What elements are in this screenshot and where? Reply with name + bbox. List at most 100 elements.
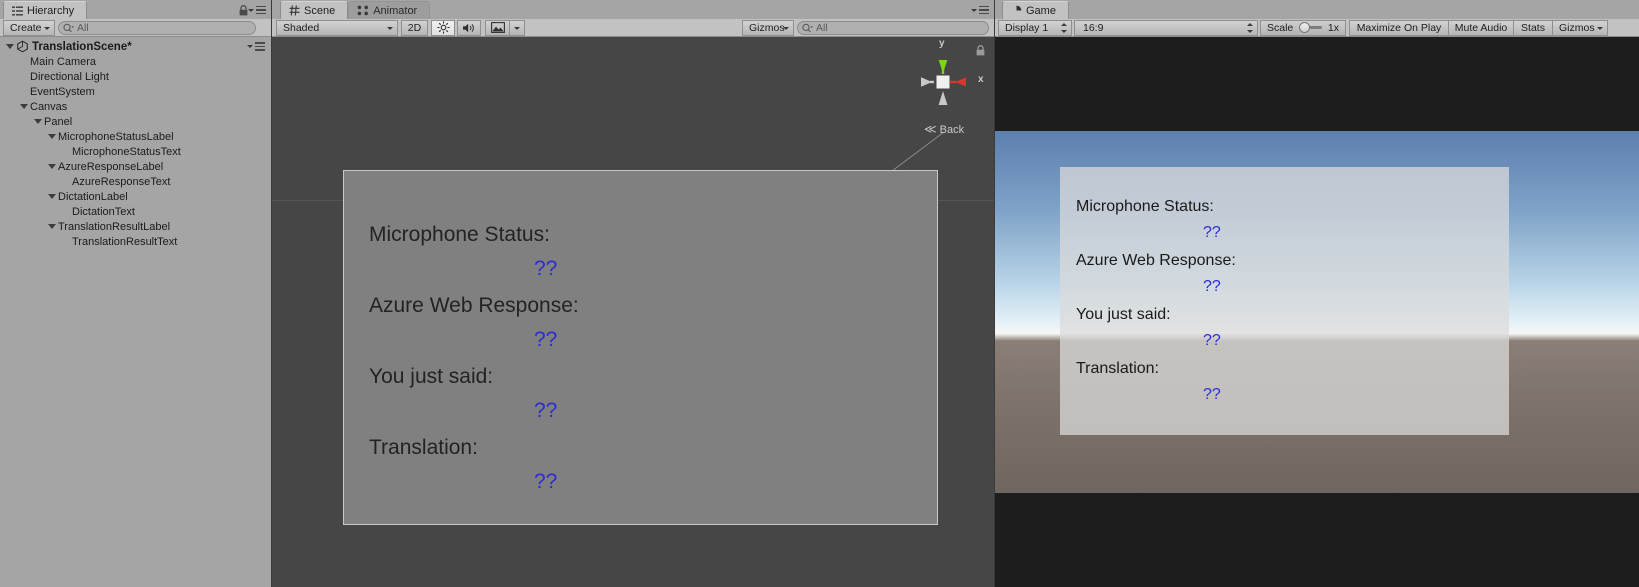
hierarchy-item[interactable]: Main Camera <box>0 54 271 69</box>
hierarchy-item-label: MicrophoneStatusLabel <box>58 130 174 143</box>
toggle-2d-label: 2D <box>407 21 422 34</box>
hierarchy-options-menu-icon[interactable] <box>248 4 266 16</box>
scene-search-value: All <box>816 21 828 34</box>
hierarchy-item[interactable]: AzureResponseText <box>0 174 271 189</box>
sun-lighting-icon <box>436 21 450 34</box>
gizmo-perspective-label[interactable]: ≪ Back <box>924 122 964 136</box>
game-gizmos-dropdown[interactable]: Gizmos <box>1552 19 1608 36</box>
unity-editor-window: Hierarchy Create All TranslationScene* M… <box>0 0 1639 587</box>
hierarchy-item[interactable]: Canvas <box>0 99 271 114</box>
hierarchy-scene-root[interactable]: TranslationScene* <box>0 39 271 54</box>
scene-ui-row-label: Microphone Status: <box>369 223 550 246</box>
tab-game-label: Game <box>1026 4 1056 17</box>
scene-lock-icon[interactable] <box>976 43 985 61</box>
hierarchy-item[interactable]: EventSystem <box>0 84 271 99</box>
scene-viewport[interactable]: Microphone Status:?? Azure Web Response:?… <box>272 37 994 587</box>
hierarchy-item-label: TranslationResultLabel <box>58 220 171 233</box>
toggle-lighting-button[interactable] <box>431 19 455 36</box>
toggle-audio-button[interactable] <box>457 19 481 36</box>
mute-audio-button[interactable]: Mute Audio <box>1448 19 1514 36</box>
scene-tabstrip: Scene Animator <box>272 0 994 19</box>
search-icon <box>802 23 814 33</box>
stats-button[interactable]: Stats <box>1513 19 1553 36</box>
tab-hierarchy-label: Hierarchy <box>27 4 75 17</box>
aspect-ratio-dropdown[interactable]: 16:9 <box>1074 19 1258 36</box>
game-ui-row-label: Azure Web Response: <box>1076 252 1236 269</box>
tab-scene-label: Scene <box>304 4 336 17</box>
game-gizmos-label: Gizmos <box>1559 21 1595 34</box>
hierarchy-item-label: EventSystem <box>30 85 95 98</box>
game-ui-row-label: Translation: <box>1076 360 1159 377</box>
stats-label: Stats <box>1521 21 1545 34</box>
scene-search-input[interactable]: All <box>797 20 989 35</box>
scale-slider[interactable]: Scale 1x <box>1260 19 1346 36</box>
lock-icon[interactable] <box>239 4 248 16</box>
hierarchy-tree[interactable]: TranslationScene* Main Camera Directional… <box>0 37 271 587</box>
create-button[interactable]: Create <box>3 19 55 36</box>
hierarchy-item[interactable]: TranslationResultText <box>0 234 271 249</box>
hierarchy-icon <box>12 6 23 16</box>
scale-value: 1x <box>1327 21 1339 34</box>
mute-audio-label: Mute Audio <box>1454 21 1508 34</box>
tab-hierarchy[interactable]: Hierarchy <box>3 1 88 19</box>
hierarchy-toolbar: Create All <box>0 19 271 37</box>
chevron-down-icon[interactable] <box>46 164 58 169</box>
game-ui-row-label: Microphone Status: <box>1076 198 1214 215</box>
hierarchy-item[interactable]: TranslationResultLabel <box>0 219 271 234</box>
game-ui-row-value: ?? <box>1203 332 1221 349</box>
hierarchy-search-value: All <box>77 21 89 34</box>
chevron-down-icon <box>514 26 520 30</box>
chevron-down-icon[interactable] <box>46 224 58 229</box>
toggle-2d-button[interactable]: 2D <box>401 19 428 36</box>
scene-options-menu-icon[interactable] <box>247 41 265 53</box>
hierarchy-search-input[interactable]: All <box>58 20 256 35</box>
hierarchy-item[interactable]: MicrophoneStatusLabel <box>0 129 271 144</box>
scale-label: Scale <box>1267 21 1294 34</box>
effects-dropdown[interactable] <box>509 19 525 36</box>
unity-scene-icon <box>16 40 29 53</box>
maximize-on-play-button[interactable]: Maximize On Play <box>1349 19 1449 36</box>
chevron-down-icon[interactable] <box>32 119 44 124</box>
hierarchy-item[interactable]: MicrophoneStatusText <box>0 144 271 159</box>
scene-ui-row-label: Translation: <box>369 436 478 459</box>
hierarchy-item[interactable]: Panel <box>0 114 271 129</box>
scale-slider-knob[interactable] <box>1299 22 1311 33</box>
scene-ui-row-label: Azure Web Response: <box>369 294 579 317</box>
tab-animator[interactable]: Animator <box>348 1 431 19</box>
game-tabstrip: Game <box>995 0 1639 19</box>
scene-ui-row-value: ?? <box>534 399 558 422</box>
hierarchy-item-label: Panel <box>44 115 73 128</box>
scene-ui-panel[interactable]: Microphone Status:?? Azure Web Response:?… <box>343 170 938 525</box>
tab-scene[interactable]: Scene <box>280 1 349 19</box>
hierarchy-item[interactable]: DictationText <box>0 204 271 219</box>
gizmos-dropdown[interactable]: Gizmos <box>742 19 794 36</box>
aspect-ratio-label: 16:9 <box>1083 21 1104 34</box>
hierarchy-item[interactable]: DictationLabel <box>0 189 271 204</box>
draw-mode-dropdown[interactable]: Shaded <box>276 19 398 36</box>
chevron-down-icon[interactable] <box>4 44 16 49</box>
chevron-down-icon[interactable] <box>46 194 58 199</box>
game-ui-row-label: You just said: <box>1076 306 1171 323</box>
scene-ui-row-value: ?? <box>534 257 558 280</box>
game-ui-panel: Microphone Status:?? Azure Web Response:?… <box>1060 167 1509 435</box>
hierarchy-scene-root-label: TranslationScene* <box>32 40 132 53</box>
hierarchy-panel: Hierarchy Create All TranslationScene* M… <box>0 0 271 587</box>
display-dropdown[interactable]: Display 1 <box>998 19 1072 36</box>
hierarchy-item-label: DictationLabel <box>58 190 128 203</box>
hierarchy-item[interactable]: AzureResponseLabel <box>0 159 271 174</box>
scene-view-options-menu-icon[interactable] <box>971 4 989 16</box>
game-ui-row-value: ?? <box>1203 224 1221 241</box>
game-icon <box>1011 5 1022 16</box>
toggle-effects-button[interactable] <box>485 19 510 36</box>
game-viewport[interactable]: Microphone Status:?? Azure Web Response:?… <box>995 37 1639 587</box>
game-toolbar: Display 1 16:9 Scale 1x Maximize On Play… <box>995 19 1639 37</box>
chevron-down-icon <box>783 26 789 30</box>
scale-slider-track[interactable] <box>1299 22 1322 33</box>
tab-game[interactable]: Game <box>1002 1 1069 19</box>
game-ui-row-value: ?? <box>1203 278 1221 295</box>
chevron-down-icon[interactable] <box>46 134 58 139</box>
create-button-label: Create <box>10 21 42 34</box>
maximize-on-play-label: Maximize On Play <box>1356 21 1442 34</box>
chevron-down-icon[interactable] <box>18 104 30 109</box>
hierarchy-item[interactable]: Directional Light <box>0 69 271 84</box>
